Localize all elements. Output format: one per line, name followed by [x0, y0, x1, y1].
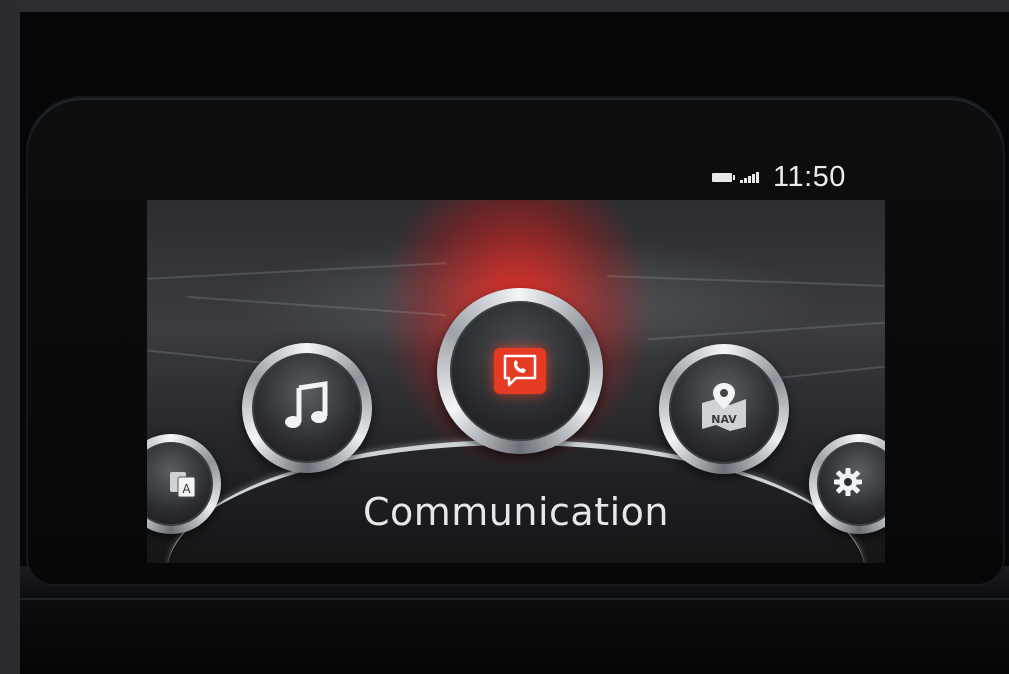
dashboard-trim	[20, 598, 1009, 600]
home-screen: A NAV Communication	[147, 200, 885, 563]
navigation-button[interactable]: NAV	[659, 344, 789, 474]
signal-strength-icon	[740, 171, 759, 183]
communication-button[interactable]	[437, 288, 603, 454]
left-frame	[0, 0, 20, 674]
music-note-icon	[281, 380, 333, 436]
entertainment-button[interactable]	[242, 343, 372, 473]
svg-text:NAV: NAV	[711, 413, 737, 426]
top-frame	[0, 0, 1009, 12]
phone-message-icon	[494, 348, 546, 394]
clock: 11:50	[773, 160, 846, 193]
battery-icon	[712, 172, 735, 182]
selected-menu-label: Communication	[362, 490, 669, 534]
nav-map-icon: NAV	[696, 379, 752, 439]
status-bar: 11:50	[712, 160, 846, 193]
